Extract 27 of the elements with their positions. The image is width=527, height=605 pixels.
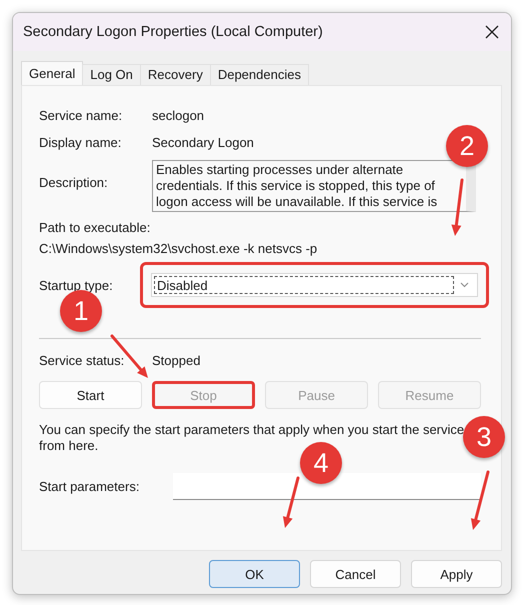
window-title: Secondary Logon Properties (Local Computer)	[23, 24, 323, 40]
field-label: Path to executable:	[39, 220, 152, 235]
field-label: Description:	[39, 175, 109, 190]
startup-type-dropdown[interactable]: Disabled	[151, 273, 478, 297]
arrow	[470, 470, 490, 530]
service-button[interactable]: Start	[39, 381, 142, 409]
input-field[interactable]	[173, 473, 481, 500]
dialog-button[interactable]: Apply	[411, 560, 502, 588]
field-label: Service status:	[39, 353, 126, 368]
close-icon[interactable]	[485, 25, 499, 39]
tab[interactable]: Recovery	[140, 64, 211, 85]
arrow	[451, 178, 464, 236]
field-label: Start parameters:	[39, 479, 140, 494]
field-value: Secondary Logon	[152, 135, 254, 150]
field-value: seclogon	[152, 108, 204, 123]
tab[interactable]: General	[21, 61, 84, 85]
status-value: Stopped	[152, 353, 200, 368]
arrow	[282, 476, 300, 528]
field-label: Display name:	[39, 135, 122, 150]
field-value: C:\Windows\system32\svchost.exe -k netsvcs -p	[39, 241, 318, 256]
chevron-down-icon	[460, 282, 469, 288]
field-label: Service name:	[39, 108, 124, 123]
tab[interactable]: Log On	[82, 64, 141, 85]
dialog-button[interactable]: OK	[209, 560, 300, 588]
dialog-button[interactable]: Cancel	[310, 560, 401, 588]
description-box: Enables starting processes under alternate credentials. If this service is stopped, this type of logon access will be unavailable. If this service is	[152, 160, 476, 212]
tab[interactable]: Dependencies	[210, 64, 309, 85]
